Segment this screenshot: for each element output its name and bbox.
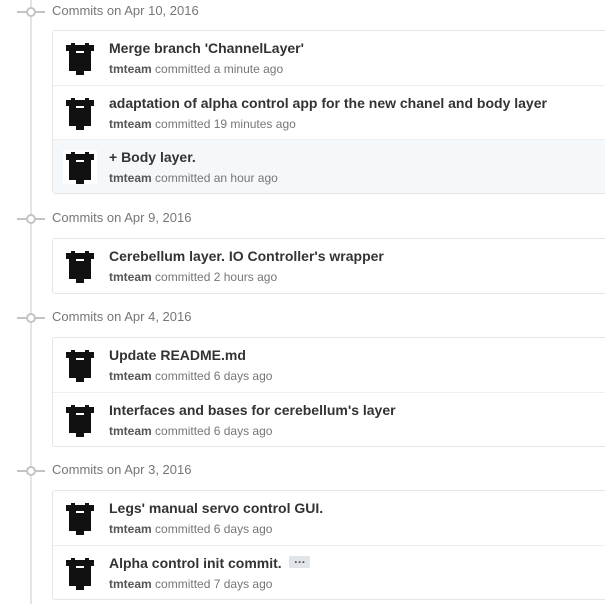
commit-author[interactable]: tmteam	[109, 62, 152, 76]
commit-message[interactable]: Interfaces and bases for cerebellum's la…	[109, 402, 396, 418]
commit-verb: committed	[155, 117, 211, 131]
git-commit-icon	[17, 466, 45, 476]
tmteam-avatar[interactable]	[63, 249, 97, 283]
commit-list: Legs' manual servo control GUI. tmteam c…	[52, 490, 605, 600]
git-commit-icon	[17, 7, 45, 17]
commit-author[interactable]: tmteam	[109, 270, 152, 284]
commit-list: Update README.md tmteam committed 6 days…	[52, 337, 605, 447]
commit-list: Merge branch 'ChannelLayer' tmteam commi…	[52, 30, 605, 194]
commit-message[interactable]: Cerebellum layer. IO Controller's wrappe…	[109, 248, 384, 264]
commit-time[interactable]: 19 minutes ago	[214, 117, 296, 131]
commit-message[interactable]: Merge branch 'ChannelLayer'	[109, 40, 304, 56]
commit-verb: committed	[155, 62, 211, 76]
commit-row[interactable]: adaptation of alpha control app for the …	[53, 85, 605, 139]
commit-row[interactable]: Merge branch 'ChannelLayer' tmteam commi…	[53, 31, 605, 85]
commit-meta: tmteam committed 2 hours ago	[109, 270, 277, 284]
git-commit-icon	[17, 214, 45, 224]
commit-group-date: Commits on Apr 4, 2016	[52, 309, 192, 324]
commit-meta: tmteam committed 6 days ago	[109, 369, 272, 383]
commit-author[interactable]: tmteam	[109, 117, 152, 131]
tmteam-avatar[interactable]	[63, 96, 97, 130]
commit-group-date: Commits on Apr 10, 2016	[52, 3, 199, 18]
commit-row[interactable]: Legs' manual servo control GUI. tmteam c…	[53, 491, 605, 545]
commit-meta: tmteam committed 6 days ago	[109, 522, 272, 536]
tmteam-avatar[interactable]	[63, 41, 97, 75]
commit-group-date: Commits on Apr 9, 2016	[52, 210, 192, 225]
commit-time[interactable]: an hour ago	[214, 171, 278, 185]
commit-author[interactable]: tmteam	[109, 424, 152, 438]
commit-group-header: Commits on Apr 3, 2016	[0, 460, 605, 482]
commit-verb: committed	[155, 424, 211, 438]
tmteam-avatar[interactable]	[63, 348, 97, 382]
commit-group-date: Commits on Apr 3, 2016	[52, 462, 192, 477]
tmteam-avatar[interactable]	[63, 501, 97, 535]
commit-group-header: Commits on Apr 4, 2016	[0, 307, 605, 329]
commit-verb: committed	[155, 171, 211, 185]
commit-group-header: Commits on Apr 9, 2016	[0, 208, 605, 230]
commit-meta: tmteam committed an hour ago	[109, 171, 278, 185]
commit-author[interactable]: tmteam	[109, 369, 152, 383]
tmteam-avatar[interactable]	[63, 403, 97, 437]
commit-meta: tmteam committed a minute ago	[109, 62, 283, 76]
commit-message[interactable]: Alpha control init commit.	[109, 555, 282, 571]
commit-author[interactable]: tmteam	[109, 577, 152, 591]
commit-meta: tmteam committed 6 days ago	[109, 424, 272, 438]
commit-row[interactable]: Interfaces and bases for cerebellum's la…	[53, 392, 605, 446]
commit-time[interactable]: 7 days ago	[214, 577, 273, 591]
git-commit-icon	[17, 313, 45, 323]
commit-list: Cerebellum layer. IO Controller's wrappe…	[52, 238, 605, 294]
tmteam-avatar[interactable]	[63, 556, 97, 590]
commit-row[interactable]: Update README.md tmteam committed 6 days…	[53, 338, 605, 392]
commit-row[interactable]: + Body layer. tmteam committed an hour a…	[53, 139, 605, 193]
commit-verb: committed	[155, 522, 211, 536]
ellipsis-icon[interactable]: …	[288, 553, 310, 569]
commit-message[interactable]: Legs' manual servo control GUI.	[109, 500, 323, 516]
timeline-line	[30, 0, 32, 604]
commit-time[interactable]: 2 hours ago	[214, 270, 277, 284]
commit-time[interactable]: 6 days ago	[214, 424, 273, 438]
commit-verb: committed	[155, 270, 211, 284]
commit-time[interactable]: 6 days ago	[214, 522, 273, 536]
commit-author[interactable]: tmteam	[109, 171, 152, 185]
commit-row[interactable]: Cerebellum layer. IO Controller's wrappe…	[53, 239, 605, 293]
commit-group-header: Commits on Apr 10, 2016	[0, 1, 605, 23]
commit-history-page: Commits on Apr 10, 2016 Merge branch 'Ch…	[0, 0, 605, 604]
commit-message[interactable]: + Body layer.	[109, 149, 196, 165]
commit-verb: committed	[155, 577, 211, 591]
commit-author[interactable]: tmteam	[109, 522, 152, 536]
tmteam-avatar[interactable]	[63, 150, 97, 184]
commit-meta: tmteam committed 19 minutes ago	[109, 117, 296, 131]
commit-message-wrap: Alpha control init commit. …	[109, 553, 310, 571]
commit-time[interactable]: 6 days ago	[214, 369, 273, 383]
commit-row[interactable]: Alpha control init commit. … tmteam commi…	[53, 545, 605, 599]
commit-message[interactable]: adaptation of alpha control app for the …	[109, 95, 547, 111]
commit-meta: tmteam committed 7 days ago	[109, 577, 272, 591]
commit-verb: committed	[155, 369, 211, 383]
commit-time[interactable]: a minute ago	[214, 62, 283, 76]
commit-message[interactable]: Update README.md	[109, 347, 246, 363]
